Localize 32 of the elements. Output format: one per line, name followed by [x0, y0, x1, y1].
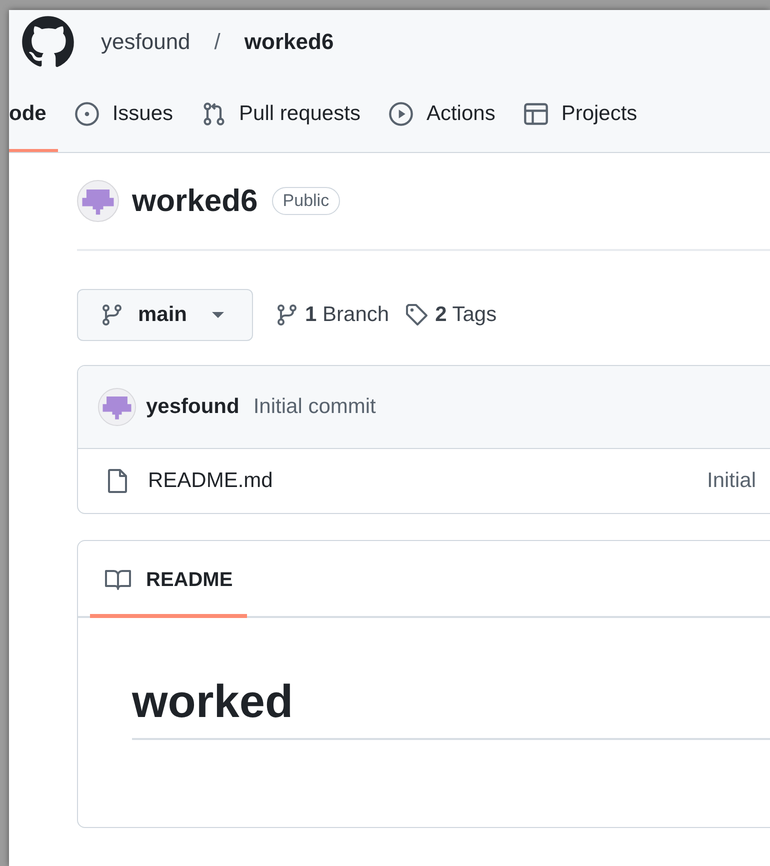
pull-request-icon — [201, 100, 228, 126]
repo-link[interactable]: worked6 — [244, 29, 334, 55]
nav-tab[interactable]: ode — [9, 78, 58, 152]
avatar-icon — [98, 388, 136, 426]
nav-tab[interactable]: Projects — [511, 78, 650, 152]
branch-selector[interactable]: main — [77, 289, 253, 341]
repo-title: worked6 — [132, 183, 258, 219]
nav-tab[interactable]: Pull requests — [189, 78, 372, 152]
play-icon — [388, 100, 414, 126]
branch-icon — [100, 303, 124, 327]
caret-icon — [211, 311, 226, 319]
commit-message: Initial commit — [253, 395, 376, 419]
issue-icon — [74, 100, 100, 126]
owner-link[interactable]: yesfound — [101, 29, 190, 55]
branch-icon — [275, 303, 299, 327]
stat-link[interactable]: 1 Branch — [305, 303, 390, 327]
commit-author[interactable]: yesfound — [146, 395, 240, 419]
stat-link[interactable]: 2 Tags — [435, 303, 497, 327]
visibility-label: Public — [272, 187, 340, 215]
table-icon — [523, 100, 550, 126]
path-separator: / — [214, 29, 220, 55]
file-name[interactable]: README.md — [148, 469, 707, 493]
avatar-icon — [77, 180, 119, 222]
nav-tab[interactable]: Actions — [376, 78, 508, 152]
readme-tab[interactable]: README — [90, 546, 247, 618]
file-icon — [106, 468, 130, 494]
nav-tab[interactable]: Issues — [62, 78, 186, 152]
book-icon — [104, 568, 132, 592]
tag-icon — [405, 303, 430, 327]
readme-heading: worked — [132, 674, 770, 740]
cat-logo-icon — [21, 15, 75, 69]
file-commit-message: Initial — [707, 469, 756, 493]
